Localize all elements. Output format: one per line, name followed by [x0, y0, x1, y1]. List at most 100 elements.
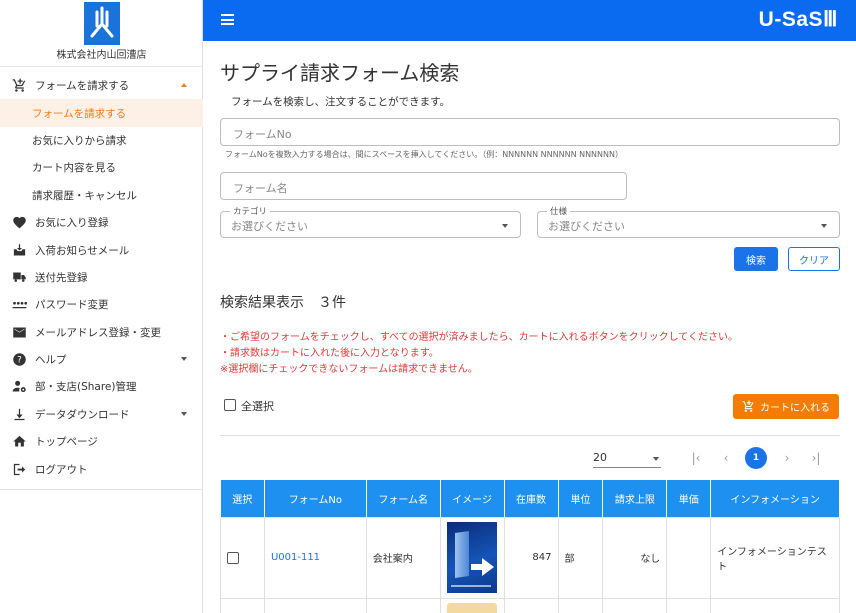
sidebar-item-label: トップページ — [35, 436, 98, 449]
sidebar-item-request-form-sub[interactable]: フォームを請求する — [0, 99, 203, 127]
sidebar-item-label: 送付先登録 — [35, 271, 88, 284]
add-to-cart-button[interactable]: カートに入れる — [733, 394, 839, 419]
chevron-up-icon — [181, 83, 187, 87]
form-no-cell: U001-111 — [263, 516, 367, 599]
prev-page-button[interactable]: ‹ — [716, 447, 736, 469]
page-title: サプライ請求フォーム検索 — [220, 61, 460, 85]
info-cell — [710, 597, 840, 613]
page-description: フォームを検索し、注文することができます。 — [231, 96, 451, 108]
add-to-cart-label: カートに入れる — [760, 403, 830, 414]
sidebar-item-view-cart[interactable]: カート内容を見る — [0, 154, 203, 181]
form-name-input[interactable]: フォーム名 — [220, 172, 627, 200]
chevron-down-icon — [653, 457, 659, 461]
app-header: U-SaSⅢ — [203, 0, 856, 41]
category-label: カテゴリ — [230, 205, 271, 217]
form-name-cell: 会社案内 — [365, 516, 441, 599]
column-header: 単価 — [666, 480, 712, 517]
note-line: ・請求数はカートに入れた後に入力となります。 — [220, 348, 439, 359]
column-header: フォーム名 — [366, 480, 441, 517]
column-header: 請求上限 — [602, 480, 668, 517]
spec-value: お選びください — [548, 220, 625, 233]
chevron-down-icon — [502, 224, 508, 228]
sidebar-item-top-page[interactable]: トップページ — [0, 428, 203, 455]
company-logo — [84, 2, 120, 45]
form-no-link[interactable]: U001-111 — [271, 552, 320, 563]
image-cell — [439, 597, 505, 613]
last-page-button[interactable]: ›| — [805, 447, 827, 469]
home-icon — [11, 434, 27, 450]
sidebar-item-help[interactable]: ? ヘルプ — [0, 346, 203, 373]
form-no-input[interactable]: フォームNo — [220, 118, 840, 146]
column-header: インフォメーション — [710, 480, 840, 517]
per-page-select[interactable]: 20 — [593, 448, 661, 468]
sidebar-item-label: パスワード変更 — [35, 299, 109, 312]
stock-cell: 847 — [503, 516, 559, 599]
next-page-button[interactable]: › — [777, 447, 797, 469]
unit-cell: 部 — [557, 516, 604, 599]
price-cell — [666, 516, 712, 599]
result-notes: ・ご希望のフォームをチェックし、すべての選択が済みましたら、カートに入れるボタン… — [220, 330, 738, 378]
row-checkbox[interactable] — [227, 551, 239, 564]
unit-cell — [557, 597, 604, 613]
table-row: U001-111 会社案内 847 部 なし インフォメーションテスト — [220, 516, 840, 599]
cart-icon — [742, 400, 754, 412]
sidebar-item-history-cancel[interactable]: 請求履歴・キャンセル — [0, 182, 203, 209]
chevron-down-icon — [181, 356, 187, 361]
sidebar-item-label: カート内容を見る — [32, 162, 116, 175]
category-select[interactable]: カテゴリ お選びください — [220, 205, 521, 238]
column-header: フォームNo — [264, 480, 367, 517]
page-1-button[interactable]: 1 — [745, 447, 767, 469]
svg-text:?: ? — [17, 356, 22, 366]
company-name: 株式会社内山回漕店 — [56, 50, 147, 61]
per-page-value: 20 — [593, 451, 607, 464]
sidebar-item-label: フォームを請求する — [32, 107, 127, 120]
sidebar-item-label: 入荷お知らせメール — [35, 244, 130, 257]
sidebar-item-label: メールアドレス登録・変更 — [35, 326, 161, 339]
stock-cell — [503, 597, 559, 613]
password-icon — [11, 297, 27, 313]
sidebar-item-destination[interactable]: 送付先登録 — [0, 264, 203, 291]
sidebar-item-favorites[interactable]: お気に入り登録 — [0, 209, 203, 236]
sidebar-item-arrival-mail[interactable]: 入荷お知らせメール — [0, 236, 203, 263]
sidebar-item-request-form[interactable]: フォームを請求する — [0, 72, 203, 99]
column-header: 選択 — [220, 480, 265, 517]
note-line: ・ご希望のフォームをチェックし、すべての選択が済みましたら、カートに入れるボタン… — [220, 332, 738, 343]
note-line: ※選択欄にチェックできないフォームは請求できません。 — [220, 364, 478, 375]
sidebar-item-label: データダウンロード — [35, 408, 130, 421]
cart-icon — [11, 78, 27, 94]
form-name-cell — [365, 597, 441, 613]
form-thumbnail[interactable] — [447, 602, 498, 613]
form-thumbnail[interactable] — [447, 522, 498, 593]
column-header: イメージ — [440, 480, 505, 517]
price-cell — [666, 597, 712, 613]
column-header: 在庫数 — [504, 480, 559, 517]
search-button[interactable]: 検索 — [734, 247, 778, 271]
spec-select[interactable]: 仕様 お選びください — [537, 205, 840, 238]
sidebar-divider — [0, 66, 203, 67]
sidebar-item-request-from-favorites[interactable]: お気に入りから請求 — [0, 127, 203, 154]
select-all-checkbox[interactable] — [224, 399, 236, 411]
first-page-button[interactable]: |‹ — [686, 447, 706, 469]
sidebar-item-mail-address[interactable]: メールアドレス登録・変更 — [0, 319, 203, 346]
clear-button[interactable]: クリア — [788, 247, 840, 271]
sidebar-item-label: 請求履歴・キャンセル — [32, 189, 137, 202]
sidebar-item-data-download[interactable]: データダウンロード — [0, 401, 203, 428]
sidebar-item-share-admin[interactable]: 部・支店(Share)管理 — [0, 373, 203, 400]
category-value: お選びください — [231, 220, 308, 233]
select-cell — [220, 516, 265, 599]
sidebar-menu: フォームを請求する フォームを請求する お気に入りから請求 カート内容を見る 請… — [0, 72, 203, 483]
sidebar-item-label: お気に入りから請求 — [32, 134, 127, 147]
sidebar-item-label: フォームを請求する — [35, 80, 130, 93]
sidebar-item-password[interactable]: パスワード変更 — [0, 291, 203, 318]
mail-icon — [11, 324, 27, 340]
main-content: サプライ請求フォーム検索 フォームを検索し、注文することができます。 フォームN… — [203, 41, 856, 613]
hamburger-menu-icon[interactable] — [221, 14, 234, 25]
help-icon: ? — [11, 352, 27, 368]
column-header: 単位 — [558, 480, 604, 517]
limit-cell — [602, 597, 668, 613]
form-no-hint: フォームNoを複数入力する場合は、間にスペースを挿入してください。（例：NNNN… — [225, 150, 623, 159]
sidebar-item-logout[interactable]: ログアウト — [0, 455, 203, 482]
download-icon — [11, 406, 27, 422]
sidebar-divider — [0, 489, 203, 490]
spec-label: 仕様 — [547, 205, 571, 217]
